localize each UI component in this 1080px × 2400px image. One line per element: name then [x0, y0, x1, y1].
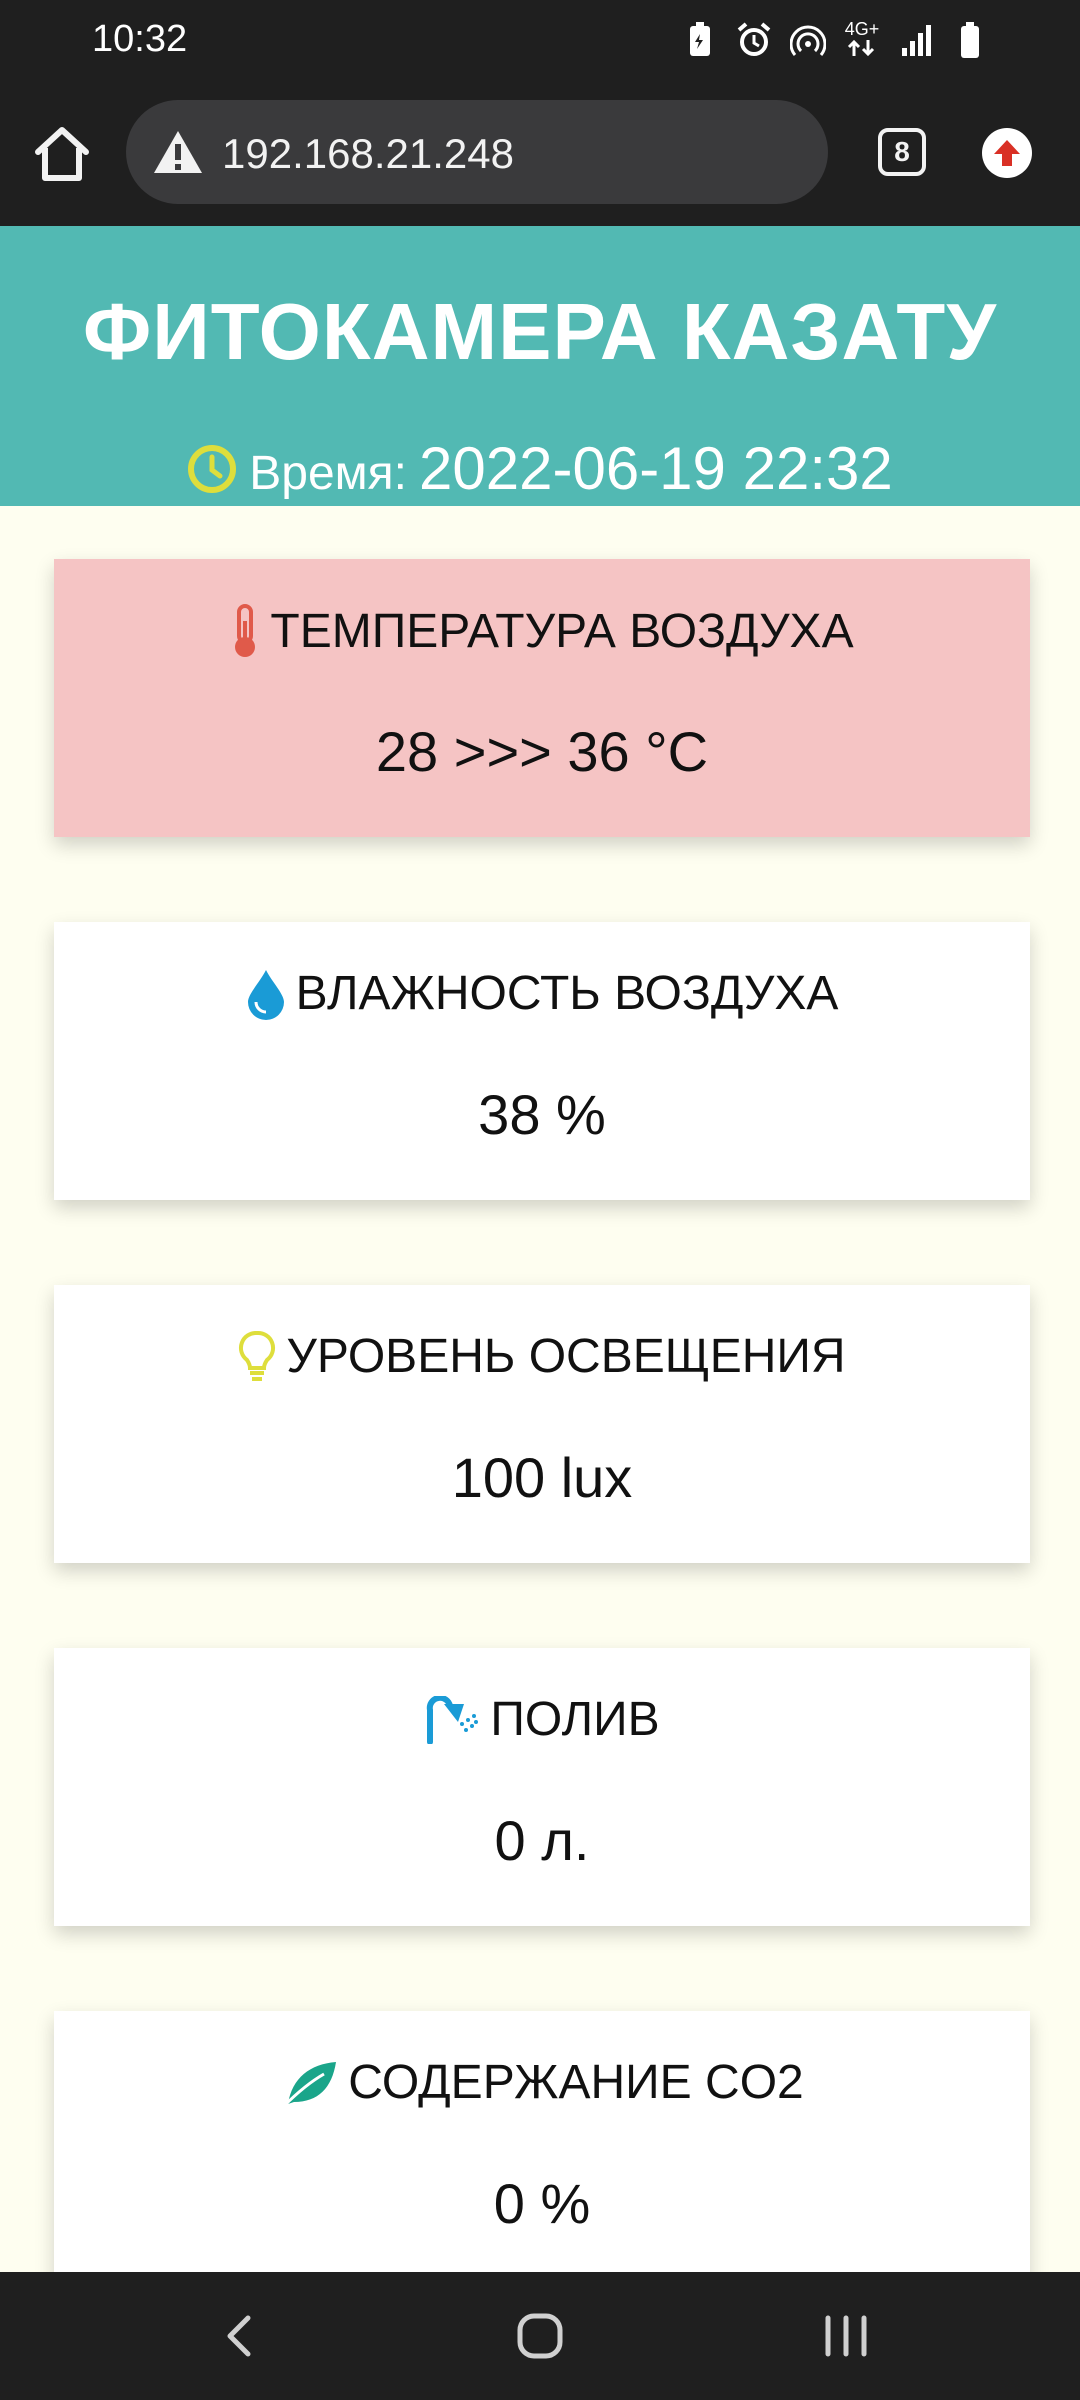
card-value: 100 lux	[451, 1446, 633, 1509]
card-title-text: СОДЕРЖАНИЕ CO2	[348, 2056, 804, 2109]
card-co2-content: СОДЕРЖАНИЕ CO2 0 %	[54, 2011, 1030, 2289]
home-icon[interactable]	[30, 122, 94, 186]
back-icon[interactable]	[208, 2304, 272, 2368]
card-title-text: ПОЛИВ	[490, 1693, 660, 1746]
battery-saver-icon	[690, 22, 710, 56]
address-bar[interactable]: 192.168.21.248	[126, 100, 828, 204]
shower-icon	[427, 1695, 479, 1744]
card-value: 0 л.	[494, 1809, 590, 1872]
card-title: ПОЛИВ	[54, 1692, 1030, 1747]
alarm-icon	[737, 22, 771, 56]
update-button[interactable]	[982, 128, 1032, 178]
hotspot-icon	[790, 25, 826, 56]
card-value: 38 %	[478, 1083, 606, 1146]
clock-icon	[188, 444, 237, 493]
card-light-level: УРОВЕНЬ ОСВЕЩЕНИЯ 100 lux	[54, 1285, 1030, 1563]
status-time: 10:32	[92, 18, 188, 60]
card-air-humidity: ВЛАЖНОСТЬ ВОЗДУХА 38 %	[54, 922, 1030, 1200]
water-drop-icon	[247, 969, 284, 1020]
card-title-text: ВЛАЖНОСТЬ ВОЗДУХА	[295, 967, 839, 1020]
home-nav-icon[interactable]	[508, 2304, 572, 2368]
network-label: 4G+	[844, 19, 880, 39]
card-title-text: ТЕМПЕРАТУРА ВОЗДУХА	[270, 604, 854, 658]
card-title-text: УРОВЕНЬ ОСВЕЩЕНИЯ	[286, 1330, 846, 1383]
time-value: 2022-06-19 22:32	[419, 435, 893, 502]
data-arrows-icon	[847, 39, 875, 57]
card-title: ТЕМПЕРАТУРА ВОЗДУХА	[54, 603, 1030, 659]
network-type: 4G+	[844, 20, 880, 60]
tabs-button[interactable]: 8	[878, 128, 926, 176]
lightbulb-icon	[239, 1330, 276, 1381]
card-air-temperature: ТЕМПЕРАТУРА ВОЗДУХА 28 >>> 36 °C	[54, 559, 1030, 837]
time-row: Время: 2022-06-19 22:32	[0, 434, 1080, 503]
status-icons: 4G+	[682, 18, 988, 62]
browser-toolbar: 192.168.21.248 8	[0, 80, 1080, 226]
time-label: Время:	[249, 447, 407, 500]
url-text[interactable]: 192.168.21.248	[222, 130, 514, 178]
signal-icon	[902, 25, 931, 56]
page-title: ФИТОКАМЕРА КАЗАТУ	[83, 287, 997, 376]
status-bar: 10:32 4G+	[0, 0, 1080, 80]
update-icon	[994, 140, 1020, 166]
card-title: УРОВЕНЬ ОСВЕЩЕНИЯ	[54, 1329, 1030, 1384]
card-value: 0 %	[493, 2172, 591, 2235]
warning-icon[interactable]	[152, 128, 204, 176]
recent-apps-icon[interactable]	[814, 2304, 878, 2368]
card-title: СОДЕРЖАНИЕ CO2	[54, 2055, 1030, 2110]
card-value: 28 >>> 36 °C	[375, 720, 709, 783]
card-title: ВЛАЖНОСТЬ ВОЗДУХА	[54, 966, 1030, 1021]
thermometer-icon	[235, 604, 256, 657]
site-header: ФИТОКАМЕРА КАЗАТУ Время: 2022-06-19 22:3…	[0, 226, 1080, 506]
card-watering: ПОЛИВ 0 л.	[54, 1648, 1030, 1926]
battery-icon	[961, 22, 979, 58]
system-nav-bar	[0, 2272, 1080, 2400]
leaf-icon	[283, 2061, 337, 2107]
